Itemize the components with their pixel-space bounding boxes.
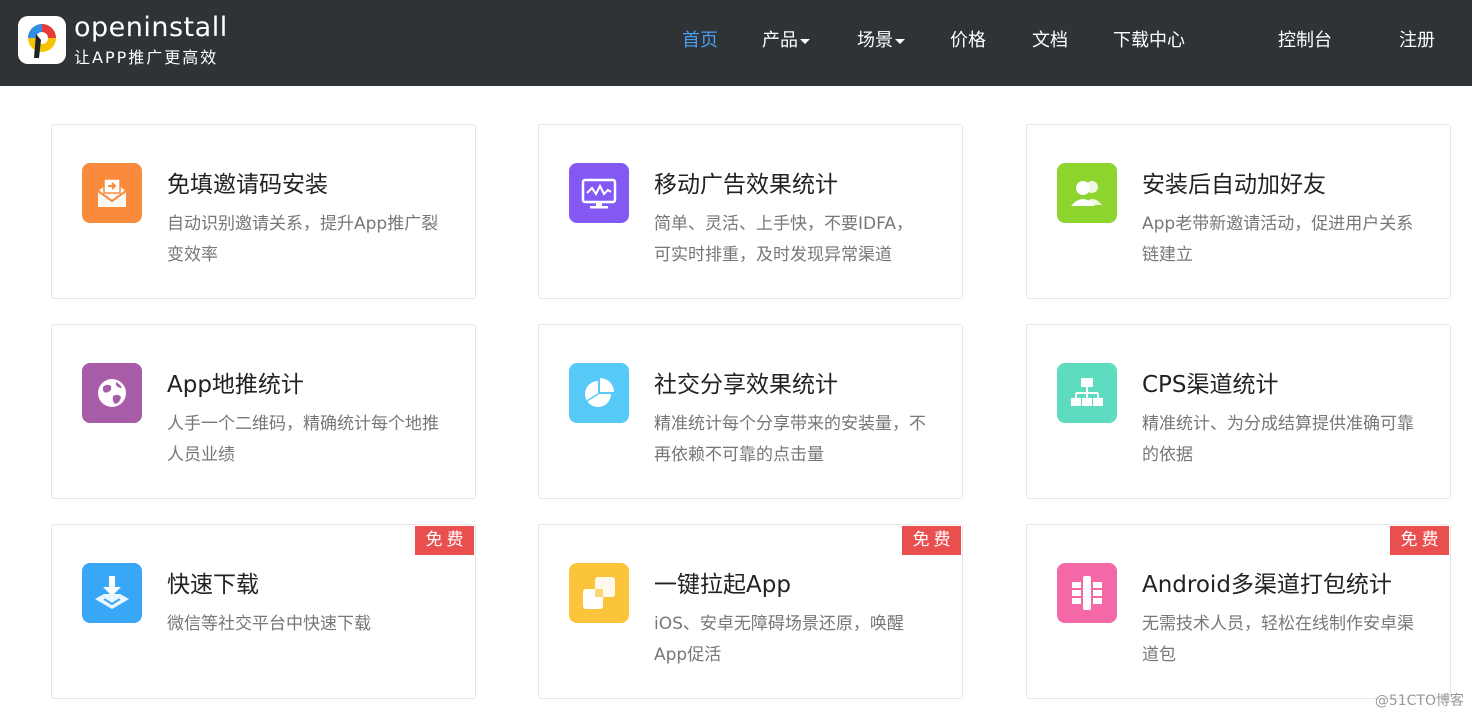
brand-name: openinstall: [74, 12, 228, 43]
nav-home[interactable]: 首页: [682, 28, 718, 54]
feature-card-android-multichannel[interactable]: 免费 Android多渠道打包统计 无需技术人员，轻松在线制作安卓渠道包: [1026, 524, 1451, 699]
feature-card-ground-promo[interactable]: App地推统计 人手一个二维码，精确统计每个地推人员业绩: [51, 324, 476, 499]
feature-card-title: CPS渠道统计: [1142, 372, 1279, 398]
feature-card-one-click-launch[interactable]: 免费 一键拉起App iOS、安卓无障碍场景还原，唤醒App促活: [538, 524, 963, 699]
feature-card-title: 一键拉起App: [654, 572, 791, 598]
free-badge: 免费: [1390, 526, 1449, 555]
feature-card-fast-download[interactable]: 免费 快速下载 微信等社交平台中快速下载: [51, 524, 476, 699]
feature-card-desc: 微信等社交平台中快速下载: [167, 614, 371, 634]
caret-down-icon: [800, 38, 810, 44]
feature-card-title: Android多渠道打包统计: [1142, 572, 1392, 598]
feature-card-desc: 人手一个二维码，精确统计每个地推人员业绩: [167, 414, 439, 465]
overlap-squares-icon: [569, 563, 629, 623]
brand-logo[interactable]: openinstall 让APP推广更高效: [18, 12, 258, 71]
envelope-icon: [82, 163, 142, 223]
package-grid-icon: [1057, 563, 1117, 623]
feature-card-ad-tracking[interactable]: 移动广告效果统计 简单、灵活、上手快，不要IDFA，可实时排重，及时发现异常渠道: [538, 124, 963, 299]
feature-card-invite-install[interactable]: 免填邀请码安装 自动识别邀请关系，提升App推广裂变效率: [51, 124, 476, 299]
openinstall-logo-icon: [18, 16, 66, 64]
nav-downloads[interactable]: 下载中心: [1113, 28, 1185, 54]
feature-card-title: 免填邀请码安装: [167, 172, 328, 198]
feature-card-title: App地推统计: [167, 372, 304, 398]
feature-card-title: 移动广告效果统计: [654, 172, 838, 198]
free-badge: 免费: [415, 526, 474, 555]
feature-card-social-share[interactable]: 社交分享效果统计 精准统计每个分享带来的安装量，不再依赖不可靠的点击量: [538, 324, 963, 499]
users-icon: [1057, 163, 1117, 223]
feature-card-title: 安装后自动加好友: [1142, 172, 1326, 198]
download-tray-icon: [82, 563, 142, 623]
nav-pricing[interactable]: 价格: [950, 28, 986, 54]
feature-card-title: 快速下载: [167, 572, 259, 598]
nav-console[interactable]: 控制台: [1278, 28, 1332, 54]
free-badge: 免费: [902, 526, 961, 555]
nav-register[interactable]: 注册: [1399, 28, 1435, 54]
nav-products[interactable]: 产品: [762, 28, 810, 54]
feature-card-desc: App老带新邀请活动，促进用户关系链建立: [1142, 214, 1414, 265]
feature-card-desc: 精准统计、为分成结算提供准确可靠的依据: [1142, 414, 1414, 465]
feature-card-desc: 精准统计每个分享带来的安装量，不再依赖不可靠的点击量: [654, 414, 926, 465]
nav-scenarios[interactable]: 场景: [857, 28, 905, 54]
feature-card-desc: 简单、灵活、上手快，不要IDFA，可实时排重，及时发现异常渠道: [654, 214, 913, 265]
watermark: @51CTO博客: [1374, 693, 1464, 709]
feature-card-desc: iOS、安卓无障碍场景还原，唤醒App促活: [654, 614, 904, 665]
brand-slogan: 让APP推广更高效: [74, 48, 219, 67]
nav-scenarios-label: 场景: [857, 30, 893, 51]
feature-card-auto-friend[interactable]: 安装后自动加好友 App老带新邀请活动，促进用户关系链建立: [1026, 124, 1451, 299]
feature-card-title: 社交分享效果统计: [654, 372, 838, 398]
feature-card-desc: 自动识别邀请关系，提升App推广裂变效率: [167, 214, 439, 265]
hierarchy-icon: [1057, 363, 1117, 423]
feature-card-desc: 无需技术人员，轻松在线制作安卓渠道包: [1142, 614, 1414, 665]
pie-chart-icon: [569, 363, 629, 423]
caret-down-icon: [895, 38, 905, 44]
top-navbar: openinstall 让APP推广更高效 首页 产品 场景 价格 文档 下载中…: [0, 0, 1472, 86]
feature-card-cps[interactable]: CPS渠道统计 精准统计、为分成结算提供准确可靠的依据: [1026, 324, 1451, 499]
monitor-chart-icon: [569, 163, 629, 223]
globe-icon: [82, 363, 142, 423]
nav-docs[interactable]: 文档: [1032, 28, 1068, 54]
nav-products-label: 产品: [762, 30, 798, 51]
